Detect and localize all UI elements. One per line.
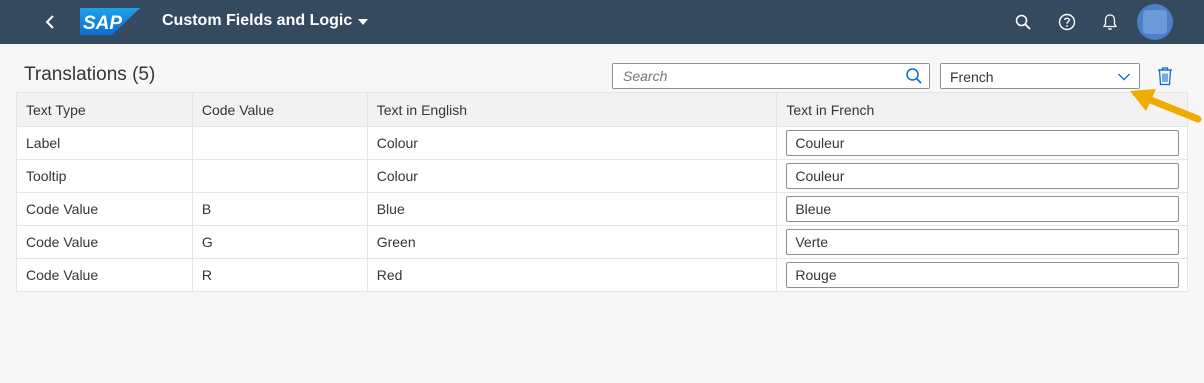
french-text-cell (776, 225, 1188, 259)
french-text-cell (776, 258, 1188, 292)
table-row: Tooltip Colour (16, 159, 1188, 193)
code-value-cell (191, 126, 368, 160)
notifications-button[interactable] (1099, 11, 1121, 33)
app-title-menu[interactable]: Custom Fields and Logic (162, 12, 369, 30)
column-header-code-value[interactable]: Code Value (191, 92, 368, 127)
help-button[interactable] (1056, 11, 1078, 33)
french-text-input[interactable] (786, 262, 1179, 288)
table-row: Code Value G Green (16, 225, 1188, 259)
svg-text:SAP: SAP (83, 13, 122, 34)
column-header-text-in-english[interactable]: Text in English (366, 92, 778, 127)
code-value-cell: B (191, 192, 368, 226)
annotation-arrow-icon (1130, 89, 1202, 123)
english-text-cell: Colour (366, 126, 778, 160)
search-icon (1015, 14, 1031, 30)
french-text-cell (776, 192, 1188, 226)
text-type-cell: Code Value (16, 192, 193, 226)
english-text-cell: Colour (366, 159, 778, 193)
code-value-cell (191, 159, 368, 193)
table-row: Label Colour (16, 126, 1188, 160)
french-text-input[interactable] (786, 196, 1179, 222)
column-header-text-type[interactable]: Text Type (16, 92, 193, 127)
app-title: Custom Fields and Logic (162, 12, 353, 29)
french-text-input[interactable] (786, 163, 1179, 189)
english-text-cell: Blue (366, 192, 778, 226)
delete-icon[interactable] (1156, 66, 1174, 86)
table-row: Code Value B Blue (16, 192, 1188, 226)
search-input[interactable] (613, 64, 903, 88)
chevron-down-icon (1118, 73, 1130, 81)
code-value-cell: R (191, 258, 368, 292)
shell-bar: SAP Custom Fields and Logic (0, 0, 1204, 44)
language-select-value: French (950, 69, 994, 85)
table-header-row: Text Type Code Value Text in English Tex… (16, 92, 1188, 127)
translations-table: Text Type Code Value Text in English Tex… (16, 92, 1188, 292)
french-text-cell (776, 126, 1188, 160)
text-type-cell: Code Value (16, 225, 193, 259)
help-icon (1058, 13, 1076, 31)
back-button[interactable] (38, 10, 62, 34)
bell-icon (1102, 14, 1118, 30)
page-title: Translations (5) (24, 64, 156, 85)
avatar-image (1143, 10, 1167, 34)
french-text-input[interactable] (786, 229, 1179, 255)
french-text-cell (776, 159, 1188, 193)
text-type-cell: Tooltip (16, 159, 193, 193)
table-row: Code Value R Red (16, 258, 1188, 292)
text-type-cell: Label (16, 126, 193, 160)
shell-search-button[interactable] (1012, 11, 1034, 33)
caret-down-icon (358, 19, 369, 25)
code-value-cell: G (191, 225, 368, 259)
back-icon (45, 15, 54, 29)
sap-logo: SAP (80, 8, 140, 35)
text-type-cell: Code Value (16, 258, 193, 292)
search-icon[interactable] (905, 67, 923, 85)
user-avatar[interactable] (1137, 4, 1173, 40)
french-text-input[interactable] (786, 130, 1179, 156)
english-text-cell: Green (366, 225, 778, 259)
english-text-cell: Red (366, 258, 778, 292)
search-field[interactable] (612, 63, 930, 89)
language-select[interactable]: French (940, 63, 1140, 89)
